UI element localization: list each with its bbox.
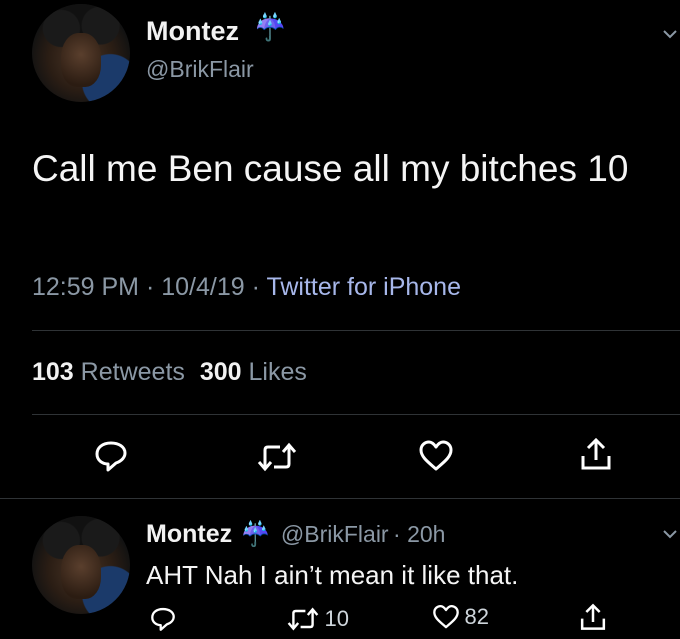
like-icon[interactable] bbox=[418, 440, 454, 472]
tweet-source-link[interactable]: Twitter for iPhone bbox=[266, 273, 461, 301]
like-icon bbox=[432, 604, 460, 630]
tweet-meta: 12:59 PM · 10/4/19 · Twitter for iPhone bbox=[32, 273, 461, 302]
tweet-time: 12:59 PM bbox=[32, 273, 140, 301]
chevron-down-icon[interactable] bbox=[662, 28, 678, 40]
umbrella-icon: ☔ bbox=[240, 521, 271, 548]
reply-icon[interactable] bbox=[150, 606, 176, 632]
reply-text: AHT Nah I ain’t mean it like that. bbox=[146, 560, 519, 590]
reply-retweet-action[interactable]: 10 bbox=[286, 606, 349, 632]
divider bbox=[0, 498, 680, 499]
reply-author-name[interactable]: Montez bbox=[146, 520, 232, 548]
author-handle[interactable]: @BrikFlair bbox=[146, 56, 254, 83]
reply-time: · 20h bbox=[393, 521, 446, 547]
reply-author-handle[interactable]: @BrikFlair bbox=[281, 521, 389, 547]
reply-header: Montez ☔ @BrikFlair · 20h bbox=[146, 520, 445, 549]
author-name[interactable]: Montez bbox=[146, 16, 239, 47]
likes-stat[interactable]: 300 Likes bbox=[200, 358, 307, 386]
retweets-label: Retweets bbox=[80, 358, 185, 386]
retweet-icon[interactable] bbox=[256, 442, 298, 472]
tweet-stats: 103 Retweets 300 Likes bbox=[32, 358, 307, 387]
reply-retweet-count: 10 bbox=[324, 606, 349, 631]
divider bbox=[32, 330, 680, 331]
retweet-icon bbox=[286, 607, 320, 631]
likes-label: Likes bbox=[248, 358, 307, 386]
reply-like-count: 82 bbox=[464, 604, 489, 629]
tweet-date: 10/4/19 bbox=[161, 273, 245, 301]
share-icon[interactable] bbox=[578, 436, 614, 472]
tweet-text: Call me Ben cause all my bitches 10 bbox=[32, 148, 629, 189]
retweets-count: 103 bbox=[32, 358, 74, 386]
divider bbox=[32, 414, 680, 415]
reply-like-action[interactable]: 82 bbox=[432, 604, 489, 630]
chevron-down-icon[interactable] bbox=[662, 528, 678, 540]
meta-separator: · bbox=[145, 273, 155, 301]
likes-count: 300 bbox=[199, 358, 242, 386]
author-avatar[interactable] bbox=[32, 4, 130, 102]
share-icon[interactable] bbox=[578, 602, 608, 632]
umbrella-icon: ☔ bbox=[254, 12, 287, 42]
meta-separator: · bbox=[251, 273, 260, 301]
retweets-stat[interactable]: 103 Retweets bbox=[32, 358, 192, 386]
reply-author-avatar[interactable] bbox=[32, 516, 130, 614]
reply-icon[interactable] bbox=[94, 440, 128, 472]
